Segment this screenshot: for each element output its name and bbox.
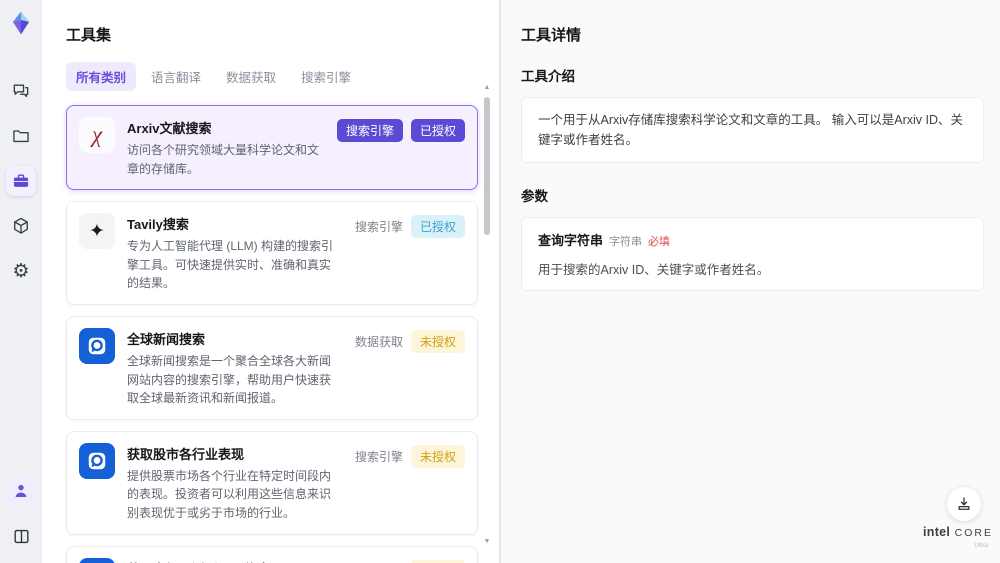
auth-status-badge: 已授权 (410, 215, 465, 239)
tool-description: 提供股票市场各个行业在特定时间段内的表现。投资者可以利用这些信息来识别表现优于或… (127, 468, 332, 520)
category-label: 搜索引擎 (355, 560, 403, 563)
scrollbar-thumb[interactable] (484, 97, 490, 235)
sidebar-item-files[interactable] (6, 121, 36, 151)
category-label: 数据获取 (354, 334, 403, 349)
intro-box: 一个用于从Arxiv存储库搜索科学论文和文章的工具。 输入可以是Arxiv ID… (521, 97, 984, 163)
auth-status-badge: 未授权 (410, 559, 465, 563)
brand-core: CORE (954, 527, 993, 539)
tool-name: 获取市场最活跃股票信息 (127, 559, 343, 563)
briefcase-icon (13, 174, 29, 187)
sidebar-item-user[interactable] (6, 476, 36, 506)
intro-heading: 工具介绍 (521, 69, 575, 84)
tab-search-engine[interactable]: 搜索引擎 (291, 62, 361, 91)
brand-intel: intel (923, 525, 951, 539)
sidebar-item-chat[interactable] (6, 76, 36, 106)
user-icon (15, 484, 27, 497)
tool-name: Tavily搜索 (127, 217, 189, 233)
brand-ultra: Ultra (974, 541, 988, 549)
tool-list-panel: 工具集 所有类别 语言翻译 数据获取 搜索引擎 χ Arxiv文献搜索 访问各个… (42, 0, 500, 563)
auth-status-badge: 未授权 (410, 444, 465, 468)
tool-name: 获取股市各行业表现 (127, 446, 245, 462)
tool-description: 访问各个研究领域大量科学论文和文章的存储库。 (127, 143, 320, 176)
folder-icon (13, 130, 29, 143)
tool-card-global-news[interactable]: 全球新闻搜索 全球新闻搜索是一个聚合全球各大新闻网站内容的搜索引擎，帮助用户快速… (66, 315, 478, 420)
gem-logo-icon (12, 11, 30, 35)
panel-layout-icon (13, 529, 29, 543)
news-search-icon (79, 327, 115, 364)
tool-name: 全球新闻搜索 (127, 331, 206, 347)
page-title: 工具集 (66, 27, 112, 44)
tool-description: 专为人工智能代理 (LLM) 构建的搜索引擎工具。可快速提供实时、准确和真实的结… (127, 239, 334, 291)
sidebar-item-settings[interactable]: ⚙ (6, 256, 36, 286)
tool-card-stock-sectors[interactable]: 获取股市各行业表现 提供股票市场各个行业在特定时间段内的表现。投资者可以利用这些… (66, 430, 478, 535)
param-type: 字符串 (609, 236, 643, 248)
sidebar-item-plugins[interactable] (6, 211, 36, 241)
sidebar-bottom (6, 476, 36, 551)
intro-text: 一个用于从Arxiv存储库搜索科学论文和文章的工具。 输入可以是Arxiv ID… (538, 113, 964, 147)
scroll-down-arrow-icon[interactable]: ▼ (482, 538, 492, 546)
tool-card-list: χ Arxiv文献搜索 访问各个研究领域大量科学论文和文章的存储库。 搜索引擎 … (66, 105, 478, 563)
param-required-flag: 必填 (648, 236, 671, 248)
list-scrollbar[interactable]: ▲ ▼ (482, 84, 492, 546)
stock-search-icon (79, 442, 115, 479)
auth-status-badge: 未授权 (410, 329, 465, 353)
tool-card-arxiv[interactable]: χ Arxiv文献搜索 访问各个研究领域大量科学论文和文章的存储库。 搜索引擎 … (66, 105, 478, 191)
category-label: 搜索引擎 (354, 220, 403, 235)
star-icon: ✦ (79, 213, 115, 250)
chat-icon (13, 84, 29, 98)
download-icon (958, 497, 970, 510)
category-tabs: 所有类别 语言翻译 数据获取 搜索引擎 (66, 62, 499, 91)
detail-title: 工具详情 (521, 27, 582, 44)
tool-name: Arxiv文献搜索 (127, 121, 212, 136)
stock-search-icon (79, 557, 115, 563)
tool-detail-panel: 工具详情 工具介绍 一个用于从Arxiv存储库搜索科学论文和文章的工具。 输入可… (500, 0, 1000, 563)
category-badge: 搜索引擎 (336, 119, 403, 142)
arxiv-logo-icon: χ (79, 117, 115, 153)
app-sidebar: ⚙ (0, 0, 42, 563)
app-logo[interactable] (8, 10, 34, 36)
tool-card-active-stocks[interactable]: 获取市场最活跃股票信息 提供当天交易量最高的股票列表，投资者可以利用这些信息来识… (66, 545, 478, 563)
param-description: 用于搜索的Arxiv ID、关键字或作者姓名。 (538, 263, 770, 277)
parameter-box: 查询字符串 字符串 必填 用于搜索的Arxiv ID、关键字或作者姓名。 (521, 217, 984, 291)
tab-all-categories[interactable]: 所有类别 (66, 62, 137, 91)
param-name: 查询字符串 (538, 233, 604, 248)
cube-icon (14, 217, 28, 234)
tool-description: 全球新闻搜索是一个聚合全球各大新闻网站内容的搜索引擎，帮助用户快速获取全球最新资… (127, 353, 332, 406)
sidebar-item-panel-toggle[interactable] (6, 521, 36, 551)
tab-data-fetch[interactable]: 数据获取 (216, 62, 286, 91)
download-button[interactable] (947, 487, 981, 521)
sidebar-nav: ⚙ (6, 76, 36, 301)
gear-icon: ⚙ (12, 260, 30, 282)
tool-card-tavily[interactable]: ✦ Tavily搜索 专为人工智能代理 (LLM) 构建的搜索引擎工具。可快速提… (66, 201, 478, 305)
sidebar-item-toolbox[interactable] (6, 166, 36, 196)
scroll-up-arrow-icon[interactable]: ▲ (482, 84, 492, 92)
category-label: 搜索引擎 (354, 449, 403, 464)
intel-core-logo: intel CORE Ultra (922, 523, 994, 549)
tab-language-translation[interactable]: 语言翻译 (141, 62, 211, 91)
params-heading: 参数 (521, 189, 548, 204)
auth-status-badge: 已授权 (410, 119, 465, 142)
